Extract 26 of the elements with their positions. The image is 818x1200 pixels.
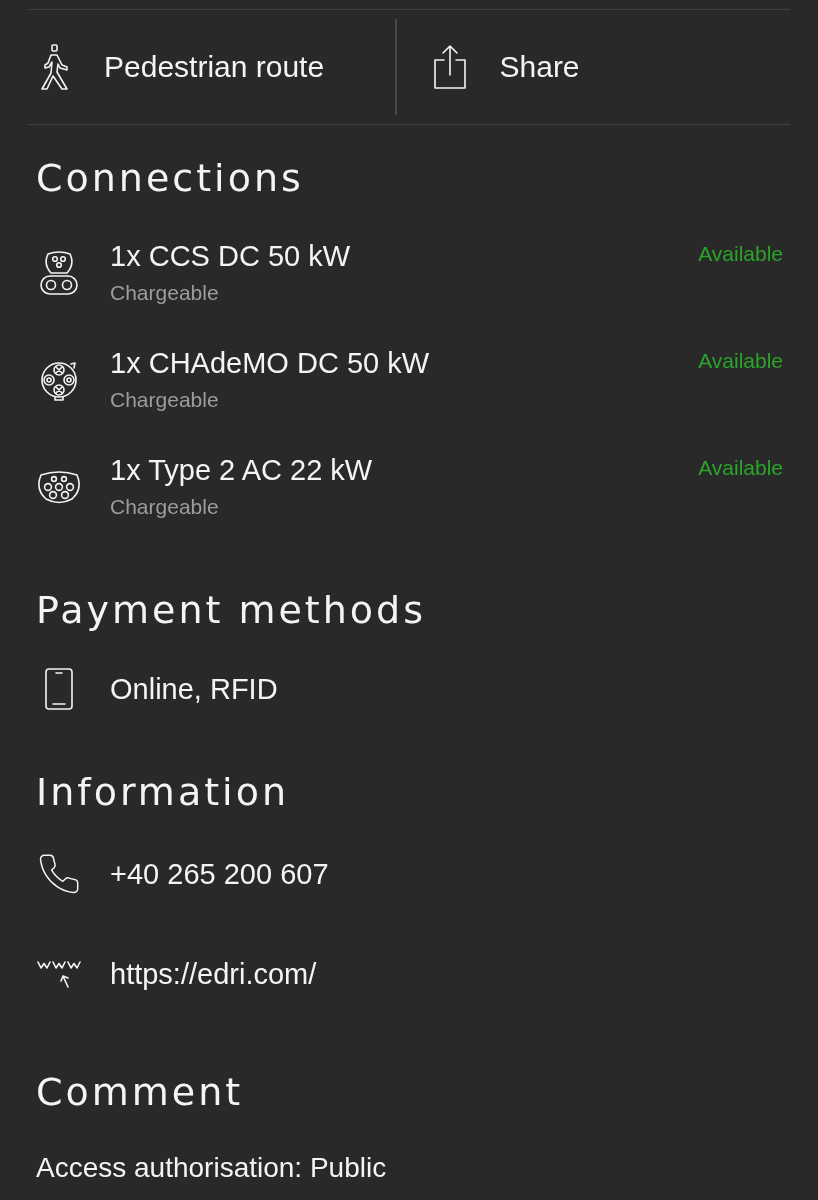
connector-detail: Chargeable bbox=[110, 387, 220, 413]
payment-methods-text: Online, RFID bbox=[110, 672, 278, 706]
charging-connector-icon bbox=[36, 470, 82, 504]
pedestrian-route-button[interactable]: Pedestrian route bbox=[28, 10, 395, 124]
section-heading: Information bbox=[36, 769, 290, 815]
availability-status: Available bbox=[698, 455, 783, 481]
section-heading: Connections bbox=[36, 155, 305, 201]
phone-icon bbox=[39, 854, 79, 894]
phone-number-link[interactable]: +40 265 200 607 bbox=[110, 857, 329, 891]
connector-detail: Chargeable bbox=[110, 280, 220, 306]
connector-detail: Chargeable bbox=[110, 494, 220, 520]
availability-status: Available bbox=[698, 241, 783, 267]
charging-connector-icon bbox=[40, 251, 78, 295]
smartphone-icon bbox=[45, 668, 73, 710]
connector-name: 1x CCS DC 50 kW bbox=[110, 239, 352, 273]
walking-person-icon bbox=[40, 44, 68, 90]
availability-status: Available bbox=[698, 348, 783, 374]
connector-name: 1x CHAdeMO DC 50 kW bbox=[110, 346, 431, 380]
web-link-icon bbox=[37, 960, 81, 988]
section-heading: Payment methods bbox=[36, 587, 427, 633]
share-icon bbox=[432, 44, 467, 90]
comment-text: Access authorisation: Public bbox=[36, 1151, 388, 1185]
connector-name: 1x Type 2 AC 22 kW bbox=[110, 453, 374, 487]
website-link[interactable]: https://edri.com/ bbox=[110, 957, 317, 991]
share-button[interactable]: Share bbox=[396, 10, 790, 124]
section-heading: Comment bbox=[36, 1069, 245, 1115]
